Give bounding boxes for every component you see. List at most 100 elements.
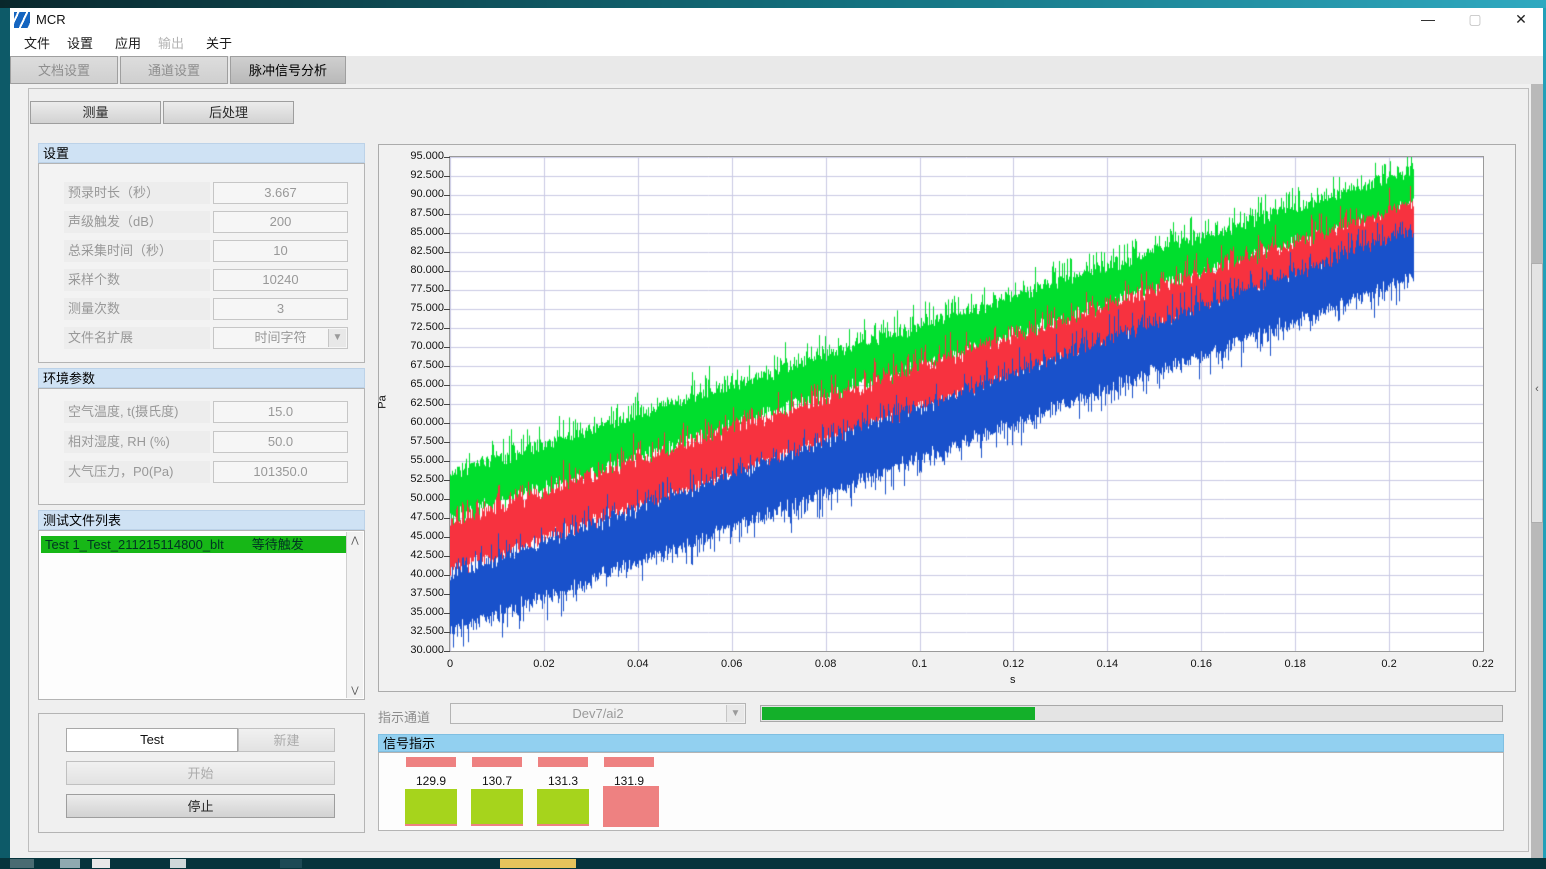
plot-canvas[interactable] [450, 157, 1483, 651]
y-tick-label: 37.500 [392, 587, 444, 599]
indicator-value: 129.9 [405, 774, 457, 788]
list-item[interactable]: Test 1_Test_211215114800_blt 等待触发 [41, 536, 346, 553]
settings-group-header: 设置 [38, 143, 365, 163]
y-tick-label: 85.000 [392, 226, 444, 238]
menu-settings[interactable]: 设置 [67, 35, 93, 53]
stop-button[interactable]: 停止 [66, 794, 335, 818]
filename-ext-dropdown[interactable]: 时间字符 ▼ [213, 327, 348, 349]
taskbar-icon[interactable] [170, 859, 186, 868]
y-tick-mark [444, 499, 450, 500]
scroll-up-icon[interactable]: ⋀ [347, 532, 363, 548]
indicator-value: 130.7 [471, 774, 523, 788]
chevron-down-icon[interactable]: ▼ [726, 705, 744, 722]
indicator-box [603, 786, 659, 827]
x-tick-label: 0.16 [1191, 658, 1212, 670]
taskbar-icon[interactable] [10, 859, 34, 868]
title-bar: MCR — ▢ ✕ [10, 8, 1543, 32]
y-tick-label: 50.000 [392, 492, 444, 504]
x-tick-label: 0.08 [815, 658, 836, 670]
y-tick-label: 35.000 [392, 606, 444, 618]
indicator-top-bar [538, 757, 588, 767]
minimize-button[interactable]: — [1413, 8, 1443, 30]
y-tick-label: 67.500 [392, 359, 444, 371]
y-tick-mark [444, 347, 450, 348]
tab-pulse-signal-analysis[interactable]: 脉冲信号分析 [230, 56, 346, 84]
y-tick-mark [444, 423, 450, 424]
field-label-level-trigger: 声级触发（dB） [64, 211, 210, 233]
y-tick-label: 75.000 [392, 302, 444, 314]
taskbar [0, 858, 1546, 869]
y-tick-label: 70.000 [392, 340, 444, 352]
y-tick-mark [444, 575, 450, 576]
y-tick-mark [444, 271, 450, 272]
x-tick-label: 0.22 [1472, 658, 1493, 670]
close-button[interactable]: ✕ [1506, 8, 1536, 30]
y-axis-title: Pa [377, 395, 389, 408]
field-label-pressure: 大气压力，P0(Pa) [64, 461, 210, 483]
y-tick-label: 30.000 [392, 644, 444, 656]
field-label-prerecord: 预录时长（秒） [64, 182, 210, 204]
taskbar-icon[interactable] [500, 859, 576, 868]
y-tick-label: 92.500 [392, 169, 444, 181]
test-file-list[interactable]: Test 1_Test_211215114800_blt 等待触发 ⋀ ⋁ [38, 530, 365, 700]
tab-document-settings[interactable]: 文档设置 [10, 56, 118, 84]
indicator-box [471, 789, 523, 826]
test-name-input[interactable]: Test [66, 728, 238, 752]
scroll-down-icon[interactable]: ⋁ [347, 682, 363, 698]
field-input-pressure[interactable]: 101350.0 [213, 461, 348, 483]
x-tick-label: 0.14 [1097, 658, 1118, 670]
file-name: Test 1_Test_211215114800_blt [45, 536, 224, 553]
measure-button[interactable]: 测量 [30, 101, 161, 124]
menu-apply[interactable]: 应用 [115, 35, 141, 53]
list-scrollbar[interactable]: ⋀ ⋁ [346, 532, 363, 698]
indicator-box [405, 789, 457, 826]
signal-indicator: 131.3 [537, 752, 595, 831]
field-input-measure-count[interactable]: 3 [213, 298, 348, 320]
y-tick-mark [444, 594, 450, 595]
window-title: MCR [36, 12, 66, 27]
y-tick-label: 42.500 [392, 549, 444, 561]
x-tick-label: 0 [447, 658, 453, 670]
tab-channel-settings[interactable]: 通道设置 [120, 56, 228, 84]
y-tick-mark [444, 176, 450, 177]
indicator-channel-dropdown[interactable]: Dev7/ai2 ▼ [450, 703, 746, 724]
taskbar-icon[interactable] [92, 859, 110, 868]
chevron-down-icon[interactable]: ▼ [328, 329, 346, 347]
indicator-channel-value: Dev7/ai2 [572, 706, 623, 721]
new-button: 新建 [238, 728, 335, 752]
y-tick-mark [444, 461, 450, 462]
y-tick-mark [444, 442, 450, 443]
y-tick-mark [444, 537, 450, 538]
environment-group-header: 环境参数 [38, 368, 365, 388]
y-tick-label: 72.500 [392, 321, 444, 333]
signal-indicator: 129.9 [405, 752, 463, 831]
field-input-air-temp[interactable]: 15.0 [213, 401, 348, 423]
menu-bar: 文件 设置 应用 输出 关于 [10, 32, 1543, 56]
y-tick-mark [444, 252, 450, 253]
indicator-box [537, 789, 589, 826]
chevron-left-icon[interactable]: ‹ [1532, 383, 1542, 395]
signal-panel-header: 信号指示 [378, 734, 1504, 752]
field-input-prerecord[interactable]: 3.667 [213, 182, 348, 204]
y-tick-mark [444, 632, 450, 633]
x-tick-label: 0.02 [533, 658, 554, 670]
y-tick-mark [444, 518, 450, 519]
menu-file[interactable]: 文件 [24, 35, 50, 53]
field-input-humidity[interactable]: 50.0 [213, 431, 348, 453]
field-input-total-time[interactable]: 10 [213, 240, 348, 262]
taskbar-icon[interactable] [60, 859, 80, 868]
y-tick-mark [444, 613, 450, 614]
indicator-channel-label: 指示通道 [378, 707, 430, 726]
signal-indicator: 131.9 [603, 752, 661, 831]
y-tick-mark [444, 556, 450, 557]
signal-indicator: 130.7 [471, 752, 529, 831]
field-input-sample-count[interactable]: 10240 [213, 269, 348, 291]
indicator-top-bar [406, 757, 456, 767]
menu-about[interactable]: 关于 [206, 35, 232, 53]
x-tick-label: 0.04 [627, 658, 648, 670]
field-input-level-trigger[interactable]: 200 [213, 211, 348, 233]
y-tick-mark [444, 651, 450, 652]
post-process-button[interactable]: 后处理 [163, 101, 294, 124]
taskbar-icon[interactable] [280, 859, 302, 868]
field-label-total-time: 总采集时间（秒） [64, 240, 210, 262]
